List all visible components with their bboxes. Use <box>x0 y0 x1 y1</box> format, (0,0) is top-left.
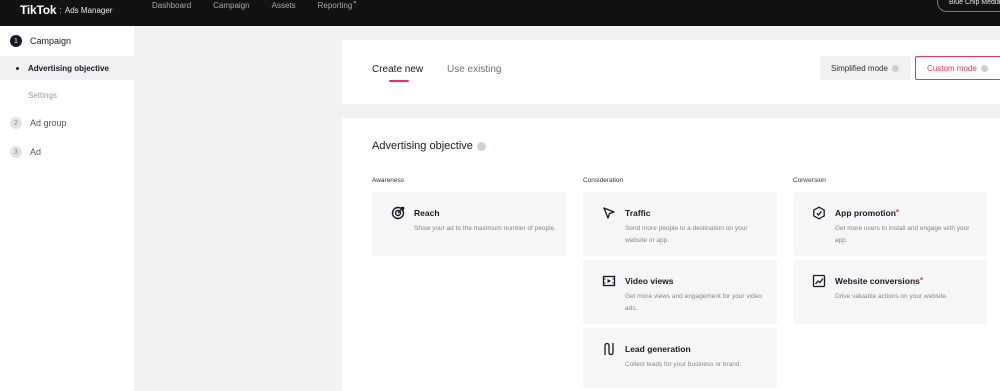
sidebar-item-advertising-objective[interactable]: Advertising objective <box>16 62 109 74</box>
mode-label: Custom mode <box>927 63 977 73</box>
step-campaign[interactable]: 1 Campaign <box>10 34 71 48</box>
custom-mode-button[interactable]: Custom mode <box>915 56 1000 80</box>
nav-assets[interactable]: Assets <box>272 1 296 10</box>
section-title: Advertising objective <box>372 140 486 152</box>
step-label: Ad <box>30 147 42 157</box>
tile-description: Get more users to install and engage wit… <box>835 225 970 244</box>
nav-reporting[interactable]: Reporting ▼ <box>317 0 358 10</box>
new-marker: * <box>895 208 900 217</box>
info-icon[interactable] <box>476 141 486 151</box>
step-label: Campaign <box>30 36 72 46</box>
info-icon[interactable] <box>891 64 899 72</box>
lead-icon <box>604 342 614 356</box>
logo-brand: TikTok <box>20 3 57 17</box>
mode-label: Simplified mode <box>831 63 888 73</box>
objective-tile-lead-generation[interactable]: Lead generation Collect leads for your b… <box>583 328 777 388</box>
app-icon <box>813 206 825 220</box>
step-number-badge: 2 <box>10 117 22 129</box>
top-nav: Dashboard Campaign Assets Reporting ▼ <box>152 0 374 10</box>
campaign-steps-sidebar: 1 Campaign Advertising objective Setting… <box>0 26 134 391</box>
sidebar-item-label: Advertising objective <box>28 63 109 73</box>
logo-separator: : <box>59 5 62 15</box>
objective-tile-website-conversions[interactable]: Website conversions* Drive valuable acti… <box>793 260 987 324</box>
section-title-text: Advertising objective <box>372 140 473 152</box>
chart-icon <box>812 274 826 288</box>
objective-tile-traffic[interactable]: Traffic Send more people to a destinatio… <box>583 192 777 256</box>
tile-description: Collect leads for your business or brand… <box>625 361 742 368</box>
simplified-mode-button[interactable]: Simplified mode <box>820 56 911 80</box>
bullet-icon <box>16 66 19 70</box>
advertising-objective-card: Advertising objective Awareness Consider… <box>342 118 1000 391</box>
step-ad[interactable]: 3 Ad <box>10 145 41 159</box>
tile-title-text: Website conversions <box>835 276 920 286</box>
objective-tile-video-views[interactable]: Video views Get more views and engagemen… <box>583 260 777 324</box>
logo-product: Ads Manager <box>64 5 113 15</box>
tile-description: Get more views and engagement for your v… <box>625 293 762 312</box>
step-number-badge: 3 <box>10 146 22 158</box>
column-label-consideration: Consideration <box>583 177 624 184</box>
tile-title: Lead generation <box>625 344 691 354</box>
info-icon[interactable] <box>980 64 988 72</box>
nav-campaign[interactable]: Campaign <box>213 1 249 10</box>
tiktok-ads-manager-logo[interactable]: TikTok : Ads Manager <box>20 0 112 20</box>
tile-description: Show your ad to the maximum number of pe… <box>414 225 556 232</box>
tile-title: App promotion* <box>835 208 899 218</box>
tile-title: Reach <box>414 208 440 218</box>
nav-dashboard[interactable]: Dashboard <box>152 1 191 10</box>
tab-create-new[interactable]: Create new <box>372 64 423 75</box>
nav-reporting-label: Reporting <box>317 0 353 10</box>
tile-title-text: App promotion <box>835 208 896 218</box>
active-tab-underline <box>389 80 409 82</box>
new-marker: * <box>919 276 923 285</box>
step-label: Ad group <box>30 118 67 128</box>
account-switcher-button[interactable]: Blue Chip Media <box>937 0 1000 12</box>
tile-description: Drive valuable actions on your website. <box>835 293 948 300</box>
column-label-awareness: Awareness <box>372 177 405 184</box>
campaign-source-card: Create new Use existing Simplified mode … <box>342 40 1000 104</box>
tile-title: Website conversions* <box>835 276 923 286</box>
reach-icon <box>391 206 405 220</box>
top-bar: TikTok : Ads Manager Dashboard Campaign … <box>0 0 1000 26</box>
column-label-conversion: Conversion <box>793 177 826 184</box>
tab-use-existing[interactable]: Use existing <box>447 64 501 75</box>
sidebar-item-label: Settings <box>28 90 57 100</box>
tile-title: Traffic <box>625 208 651 218</box>
objective-tile-reach[interactable]: Reach Show your ad to the maximum number… <box>372 192 566 256</box>
step-ad-group[interactable]: 2 Ad group <box>10 116 67 130</box>
step-number-badge: 1 <box>10 35 22 47</box>
video-icon <box>602 275 616 287</box>
objective-tile-app-promotion[interactable]: App promotion* Get more users to install… <box>793 192 987 256</box>
cursor-icon <box>603 207 615 219</box>
chevron-down-icon: ▼ <box>352 0 358 6</box>
sidebar-item-settings[interactable]: Settings <box>28 89 57 101</box>
tile-description: Send more people to a destination on you… <box>625 225 748 244</box>
tile-title: Video views <box>625 276 674 286</box>
